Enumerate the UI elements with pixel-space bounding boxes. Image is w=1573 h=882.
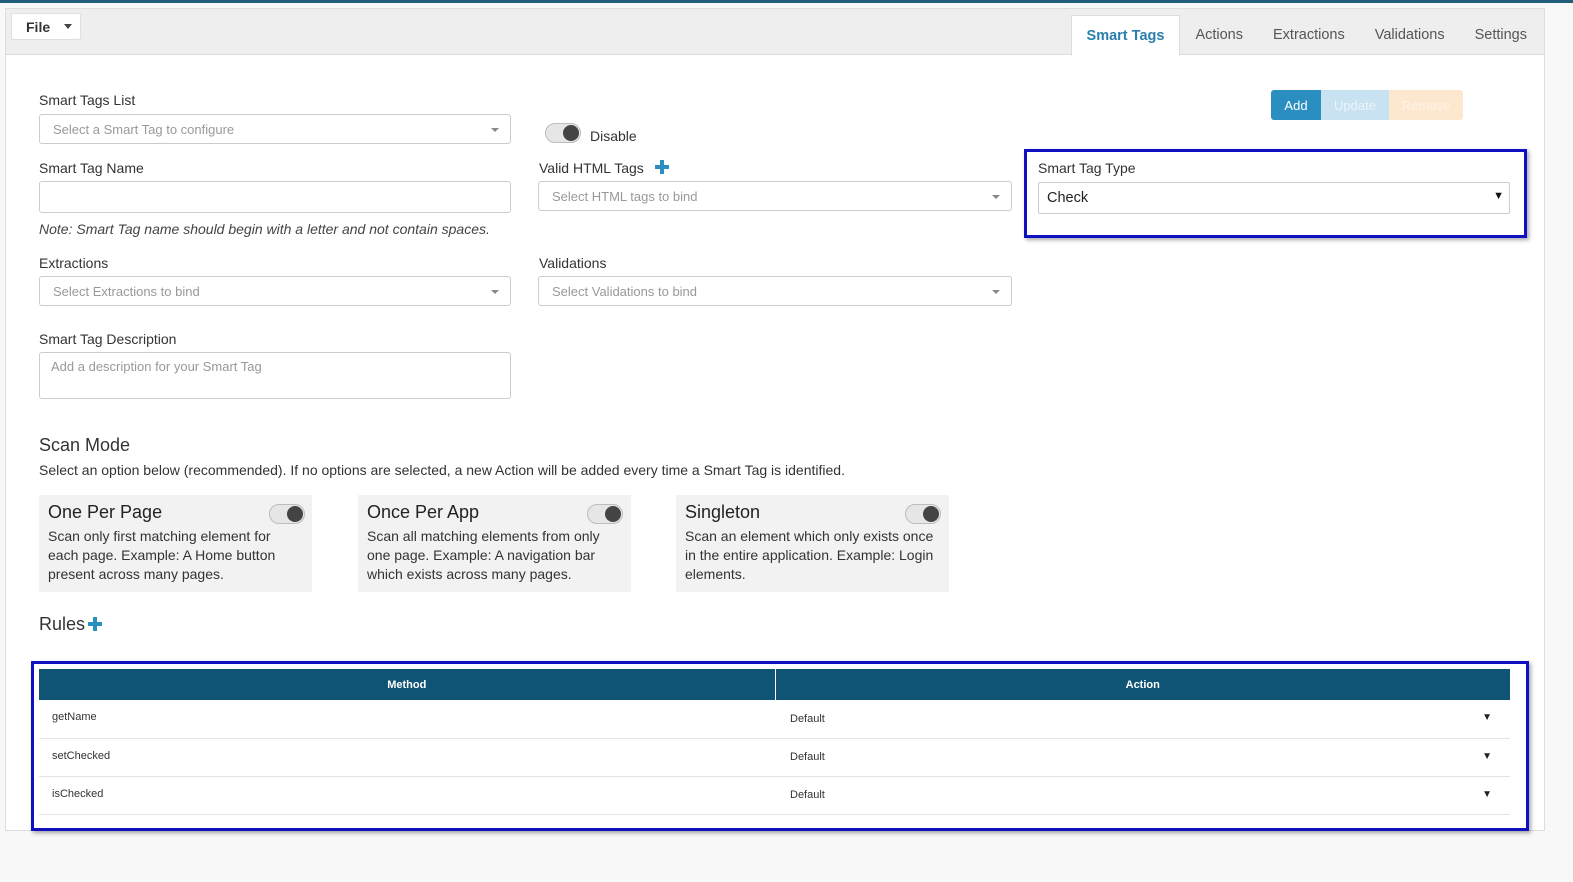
- scan-mode-option-title: Once Per App: [367, 502, 480, 522]
- table-row: isChecked Default ▼: [39, 776, 1510, 815]
- extractions-label: Extractions: [39, 255, 109, 271]
- scan-mode-one-per-page: One Per Page Scan only first matching el…: [39, 495, 312, 592]
- rule-method: getName: [39, 700, 775, 739]
- smart-tag-type-value: Check: [1047, 190, 1089, 206]
- dropdown-caret-icon: [992, 290, 1000, 294]
- scan-mode-description: Select an option below (recommended). If…: [39, 462, 845, 478]
- smart-tag-name-input[interactable]: [39, 181, 511, 213]
- action-buttons: Add Update Remove: [1271, 90, 1463, 120]
- top-accent-line: [0, 0, 1573, 3]
- smart-tags-list-select[interactable]: Select a Smart Tag to configure: [39, 114, 511, 144]
- rule-action-value: Default: [790, 751, 825, 763]
- scan-mode-option-title: Singleton: [685, 502, 761, 522]
- rule-action-value: Default: [790, 712, 825, 725]
- toggle-knob: [605, 506, 621, 522]
- tab-extractions[interactable]: Extractions: [1258, 15, 1360, 55]
- scan-mode-title: Scan Mode: [39, 435, 131, 455]
- dropdown-caret-icon: [491, 290, 499, 294]
- rule-action-select[interactable]: Default ▼: [775, 776, 1510, 815]
- tab-settings[interactable]: Settings: [1460, 15, 1542, 55]
- table-row: getName Default ▼: [39, 700, 1510, 739]
- scan-mode-option-text: Scan all matching elements from only one…: [367, 528, 600, 582]
- file-menu-button[interactable]: File: [11, 13, 81, 40]
- remove-button[interactable]: Remove: [1389, 90, 1463, 120]
- scan-mode-option-text: Scan only first matching element for eac…: [48, 528, 276, 582]
- dropdown-caret-icon: [491, 128, 499, 132]
- disable-label: Disable: [590, 128, 637, 144]
- valid-html-tags-select[interactable]: Select HTML tags to bind: [538, 181, 1012, 211]
- method-column-header: Method: [39, 669, 776, 700]
- toggle-knob: [563, 125, 579, 141]
- description-textarea[interactable]: Add a description for your Smart Tag: [39, 352, 511, 399]
- validations-select[interactable]: Select Validations to bind: [538, 276, 1012, 306]
- toolbar: File Smart Tags Actions Extractions Vali…: [6, 9, 1544, 56]
- select-arrow-icon: ▼: [1493, 190, 1504, 202]
- scan-mode-option-title: One Per Page: [48, 502, 163, 522]
- valid-html-tags-placeholder: Select HTML tags to bind: [552, 188, 698, 204]
- rule-action-select[interactable]: Default ▼: [775, 738, 1510, 777]
- smart-tag-type-select[interactable]: Check ▼: [1038, 182, 1510, 214]
- tab-bar: Smart Tags Actions Extractions Validatio…: [1070, 15, 1542, 56]
- extractions-placeholder: Select Extractions to bind: [53, 283, 200, 299]
- rule-action-select[interactable]: Default ▼: [775, 700, 1510, 739]
- disable-toggle[interactable]: [545, 123, 581, 143]
- add-button[interactable]: Add: [1271, 90, 1321, 120]
- smart-tag-name-note: Note: Smart Tag name should begin with a…: [39, 221, 490, 237]
- select-arrow-icon: ▼: [1482, 788, 1492, 800]
- add-rule-plus-icon[interactable]: [88, 617, 102, 631]
- smart-tag-type-label: Smart Tag Type: [1038, 160, 1136, 176]
- toggle-knob: [923, 506, 939, 522]
- select-arrow-icon: ▼: [1482, 712, 1492, 723]
- tab-validations[interactable]: Validations: [1360, 15, 1460, 55]
- toggle-knob: [287, 506, 303, 522]
- once-per-app-toggle[interactable]: [587, 504, 623, 524]
- scan-mode-once-per-app: Once Per App Scan all matching elements …: [358, 495, 631, 592]
- select-arrow-icon: ▼: [1482, 750, 1492, 762]
- tab-smart-tags[interactable]: Smart Tags: [1070, 15, 1181, 56]
- smart-tags-list-placeholder: Select a Smart Tag to configure: [53, 121, 235, 137]
- validations-placeholder: Select Validations to bind: [552, 283, 698, 299]
- description-label: Smart Tag Description: [39, 331, 177, 347]
- scan-mode-option-text: Scan an element which only exists once i…: [685, 528, 934, 582]
- valid-html-tags-label: Valid HTML Tags: [539, 160, 644, 176]
- tab-actions[interactable]: Actions: [1180, 15, 1258, 55]
- action-column-header: Action: [775, 669, 1510, 700]
- description-placeholder: Add a description for your Smart Tag: [51, 359, 262, 374]
- singleton-toggle[interactable]: [905, 504, 941, 524]
- scan-mode-singleton: Singleton Scan an element which only exi…: [676, 495, 949, 592]
- dropdown-caret-icon: [992, 195, 1000, 199]
- file-menu-label: File: [26, 18, 51, 35]
- table-row: setChecked Default ▼: [39, 738, 1510, 777]
- rule-method: setChecked: [39, 738, 775, 777]
- rules-table: Method Action getName Default ▼ setCheck…: [39, 669, 1510, 815]
- smart-tag-name-label: Smart Tag Name: [39, 160, 144, 176]
- one-per-page-toggle[interactable]: [269, 504, 305, 524]
- rules-title: Rules: [39, 614, 86, 634]
- smart-tags-list-label: Smart Tags List: [39, 92, 136, 108]
- extractions-select[interactable]: Select Extractions to bind: [39, 276, 511, 306]
- add-html-tag-plus-icon[interactable]: [655, 160, 669, 174]
- validations-label: Validations: [539, 255, 607, 271]
- rule-method: isChecked: [39, 776, 775, 815]
- caret-down-icon: [64, 24, 73, 29]
- update-button[interactable]: Update: [1321, 90, 1389, 120]
- rule-action-value: Default: [790, 789, 825, 801]
